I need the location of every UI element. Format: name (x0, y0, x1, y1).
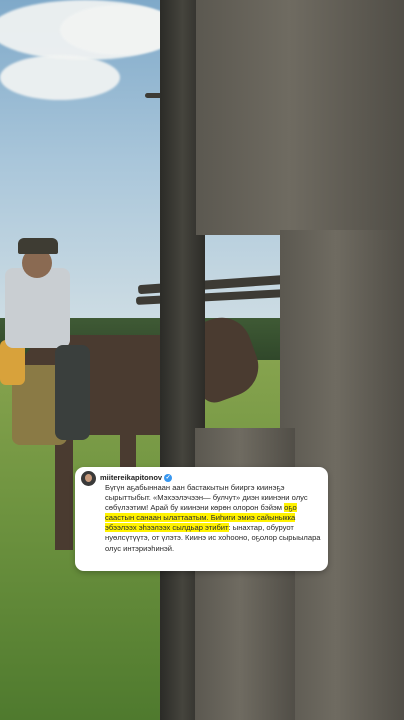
rider-hat (18, 238, 58, 254)
fence-post-blurred (196, 0, 404, 235)
verified-badge-icon: ✓ (164, 474, 173, 483)
rider-shirt (5, 268, 70, 348)
rider-leg (55, 345, 90, 440)
caption-text: Бүгүн аҕабыннаан аан бастакытын биир­гэ … (105, 483, 323, 554)
avatar-face (85, 474, 92, 482)
username[interactable]: miitereikapitonov (100, 473, 162, 482)
caption-card: miitereikapitonov ✓ Бүгүн аҕабыннаан аан … (75, 467, 328, 571)
profile-avatar[interactable] (81, 471, 96, 486)
cloud (0, 55, 120, 100)
caption-segment: Бүгүн аҕабыннаан аан бастакытын биир­гэ … (105, 483, 308, 513)
video-frame (0, 0, 404, 720)
